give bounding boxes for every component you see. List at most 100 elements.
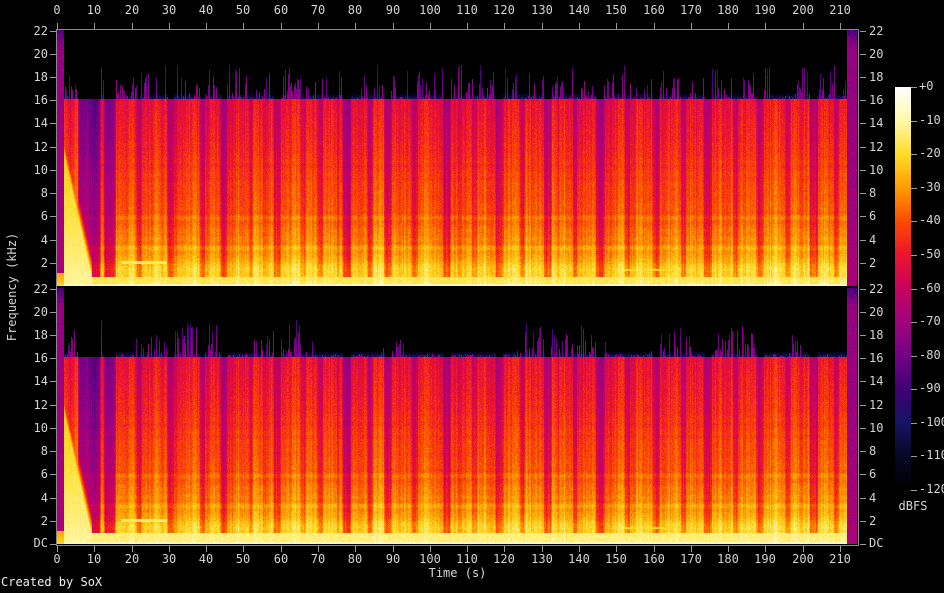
freq-axis-tick [50,521,56,522]
freq-axis-tick [50,312,56,313]
dbfs-axis-tick [911,490,917,491]
freq-axis-tick [860,100,866,101]
freq-axis-tick [860,474,866,475]
time-axis-tick [803,23,804,29]
freq-tick-label: 2 [18,514,48,529]
freq-axis-tick [50,335,56,336]
dbfs-axis-tick [911,322,917,323]
time-tick-label: 140 [562,552,596,567]
time-tick-label: 110 [450,3,484,18]
time-tick-label: 140 [562,3,596,18]
freq-axis-tick [50,31,56,32]
freq-axis-tick [50,240,56,241]
freq-axis-tick [50,451,56,452]
time-axis-tick [579,23,580,29]
time-tick-label: 160 [637,3,671,18]
dbfs-axis-tick [911,456,917,457]
time-axis-tick [393,23,394,29]
freq-tick-label: 22 [18,282,48,297]
time-axis-tick [616,23,617,29]
time-axis-tick [243,23,244,29]
freq-dc-label: DC [18,536,48,551]
dbfs-tick-label: -80 [919,348,944,363]
dbfs-axis-tick [911,121,917,122]
time-tick-label: 200 [786,3,820,18]
freq-axis-tick [860,544,866,545]
dbfs-tick-label: -100 [919,415,944,430]
time-tick-label: 170 [674,3,708,18]
freq-axis-tick [50,263,56,264]
freq-axis-tick [50,216,56,217]
freq-tick-label: 20 [869,305,899,320]
freq-axis-tick [860,170,866,171]
freq-tick-label: 16 [18,93,48,108]
freq-tick-label: 18 [869,328,899,343]
freq-tick-label: 14 [18,374,48,389]
time-tick-label: 50 [226,3,260,18]
freq-tick-label: 22 [869,282,899,297]
time-tick-label: 110 [450,552,484,567]
freq-tick-label: 8 [869,444,899,459]
freq-axis-tick [50,123,56,124]
freq-axis-tick [860,54,866,55]
time-tick-label: 120 [487,552,521,567]
freq-axis-tick [860,381,866,382]
freq-axis-tick [50,77,56,78]
freq-axis-tick [860,240,866,241]
dbfs-tick-label: -110 [919,448,944,463]
time-axis-tick [542,23,543,29]
freq-tick-label: 16 [869,351,899,366]
time-tick-label: 70 [301,3,335,18]
time-tick-label: 190 [748,3,782,18]
freq-tick-label: 14 [869,374,899,389]
time-tick-label: 10 [77,552,111,567]
dbfs-axis-tick [911,356,917,357]
freq-tick-label: 12 [18,140,48,155]
dbfs-axis-tick [911,221,917,222]
time-axis-tick [728,23,729,29]
time-tick-label: 210 [823,552,857,567]
dbfs-axis-tick [911,289,917,290]
freq-tick-label: 22 [869,24,899,39]
dbfs-tick-label: -70 [919,314,944,329]
freq-axis-tick [50,358,56,359]
freq-tick-label: 2 [869,256,899,271]
freq-axis-tick [860,521,866,522]
dbfs-tick-label: -90 [919,381,944,396]
freq-axis-tick [860,263,866,264]
time-tick-label: 100 [413,3,447,18]
time-axis-title: Time (s) [397,566,518,581]
time-tick-label: 40 [189,3,223,18]
time-tick-label: 60 [264,3,298,18]
time-axis-tick [169,23,170,29]
freq-tick-label: 12 [18,398,48,413]
freq-tick-label: 18 [869,70,899,85]
time-tick-label: 30 [152,552,186,567]
freq-axis-tick [860,216,866,217]
created-by-sox-credit: Created by SoX [1,575,102,590]
freq-tick-label: 2 [18,256,48,271]
freq-axis-tick [860,31,866,32]
time-tick-label: 180 [711,3,745,18]
time-axis-tick [691,23,692,29]
spectrogram-heatmap-canvas [57,30,857,544]
freq-tick-label: 10 [869,421,899,436]
dbfs-axis-tick [911,389,917,390]
time-tick-label: 150 [599,3,633,18]
freq-axis-tick [50,474,56,475]
dbfs-tick-label: -30 [919,180,944,195]
freq-axis-tick [860,335,866,336]
time-axis-tick [94,23,95,29]
time-axis-tick [57,23,58,29]
freq-tick-label: 8 [869,186,899,201]
freq-tick-label: 16 [869,93,899,108]
dbfs-axis-tick [911,154,917,155]
time-tick-label: 120 [487,3,521,18]
time-tick-label: 30 [152,3,186,18]
dbfs-tick-label: -60 [919,281,944,296]
freq-tick-label: 22 [18,24,48,39]
freq-tick-label: 6 [869,467,899,482]
time-tick-label: 130 [525,552,559,567]
dbfs-axis-tick [911,255,917,256]
time-tick-label: 180 [711,552,745,567]
